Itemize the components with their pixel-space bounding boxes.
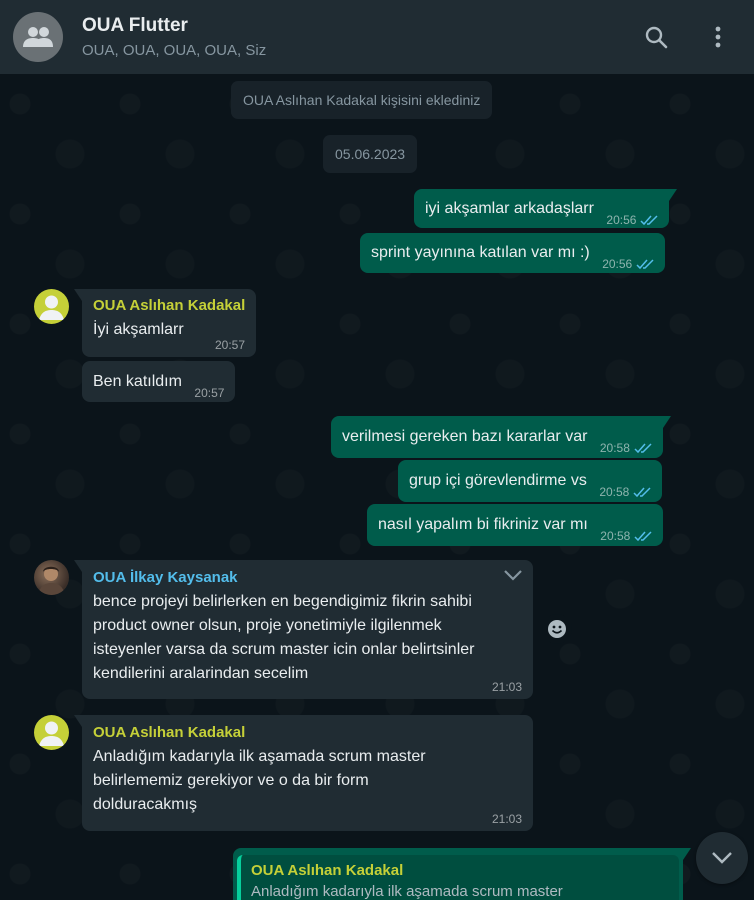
default-avatar-icon [39, 721, 64, 746]
sender-name[interactable]: OUA Aslıhan Kadakal [93, 296, 245, 316]
message-text: nasıl yapalım bi fikriniz var mı [378, 516, 588, 533]
double-check-icon [640, 214, 658, 225]
message-line: isteyenler varsa da scrum master icin on… [93, 641, 475, 658]
message-text: Anladığım kadarıyla ilk aşamada scrum ma… [93, 745, 522, 817]
message-line: belirlememiz gerekiyor ve o da bir form [93, 772, 369, 789]
message-meta: 20:58 [600, 529, 652, 543]
double-check-icon [636, 258, 654, 269]
message-line: product owner olsun, proje yonetimiyle i… [93, 617, 442, 634]
message-line: kendilerini aralarindan secelim [93, 665, 309, 682]
chat-participants: OUA, OUA, OUA, OUA, Siz [82, 42, 267, 59]
outgoing-reply-message[interactable]: OUA Aslıhan Kadakal Anladığım kadarıyla … [233, 848, 691, 900]
double-check-icon [634, 530, 652, 541]
smiley-icon [548, 620, 566, 638]
outgoing-message[interactable]: verilmesi gereken bazı kararlar var 20:5… [331, 416, 671, 458]
message-line: bence projeyi belirlerken en begendigimi… [93, 593, 472, 610]
quoted-sender: OUA Aslıhan Kadakal [251, 862, 404, 879]
message-meta: 20:58 [600, 441, 652, 455]
chevron-down-icon [504, 570, 522, 581]
message-meta: 20:56 [606, 213, 658, 227]
message-menu-button[interactable] [503, 568, 523, 586]
search-button[interactable] [636, 17, 676, 57]
message-meta: 20:56 [602, 257, 654, 271]
incoming-message[interactable]: OUA İlkay Kaysanak bence projeyi belirle… [74, 560, 533, 699]
message-text: Ben katıldım [93, 373, 182, 390]
message-time: 20:58 [599, 441, 630, 455]
chat-area[interactable]: OUA Aslıhan Kadakal kişisini eklediniz 0… [0, 74, 754, 900]
incoming-message[interactable]: OUA Aslıhan Kadakal Anladığım kadarıyla … [74, 715, 533, 831]
message-text: iyi akşamlar arkadaşlarr [425, 200, 594, 217]
date-divider: 05.06.2023 [323, 135, 418, 173]
quoted-text: Anladığım kadarıyla ilk aşamada scrum ma… [251, 883, 563, 900]
double-check-icon [634, 442, 652, 453]
message-text: bence projeyi belirlerken en begendigimi… [93, 590, 522, 686]
group-avatar[interactable] [13, 12, 63, 62]
system-message: OUA Aslıhan Kadakal kişisini eklediniz [231, 81, 493, 119]
message-time: 20:56 [606, 213, 637, 227]
message-time: 20:58 [600, 529, 631, 543]
header-text[interactable]: OUA Flutter OUA, OUA, OUA, OUA, Siz [82, 14, 636, 60]
message-time: 21:03 [491, 680, 522, 694]
react-button[interactable] [542, 614, 572, 644]
avatar[interactable] [34, 289, 69, 324]
sender-name[interactable]: OUA Aslıhan Kadakal [93, 723, 522, 743]
search-icon [645, 26, 668, 49]
message-text: sprint yayınına katılan var mı :) [371, 244, 590, 261]
avatar[interactable] [34, 715, 69, 750]
message-text: verilmesi gereken bazı kararlar var [342, 428, 588, 445]
outgoing-message[interactable]: nasıl yapalım bi fikriniz var mı 20:58 [367, 504, 664, 546]
outgoing-message[interactable]: grup içi görevlendirme vs 20:58 [398, 460, 663, 502]
message-line: Anladığım kadarıyla ilk aşamada scrum ma… [93, 748, 426, 765]
incoming-message[interactable]: Ben katıldım 20:57 [82, 361, 236, 402]
outgoing-message[interactable]: sprint yayınına katılan var mı :) 20:56 [360, 233, 666, 273]
quoted-message[interactable]: OUA Aslıhan Kadakal Anladığım kadarıyla … [237, 855, 679, 900]
message-meta: 20:58 [599, 485, 651, 499]
default-avatar-icon [39, 295, 64, 320]
avatar[interactable] [34, 560, 69, 595]
message-text: grup içi görevlendirme vs [409, 472, 587, 489]
message-time: 20:58 [599, 485, 630, 499]
message-time: 20:57 [214, 338, 245, 352]
scroll-to-bottom-button[interactable] [696, 832, 748, 884]
group-icon [23, 27, 53, 47]
outgoing-message[interactable]: iyi akşamlar arkadaşlarr 20:56 [414, 189, 678, 228]
chevron-down-icon [712, 852, 732, 864]
sender-name[interactable]: OUA İlkay Kaysanak [93, 568, 522, 588]
double-check-icon [633, 486, 651, 497]
more-vertical-icon [715, 26, 721, 48]
menu-button[interactable] [698, 17, 738, 57]
chat-title: OUA Flutter [82, 15, 188, 36]
message-time: 20:56 [602, 257, 633, 271]
incoming-message[interactable]: OUA Aslıhan Kadakal İyi akşamlarr 20:57 [74, 289, 256, 357]
profile-photo [38, 566, 65, 595]
chat-header[interactable]: OUA Flutter OUA, OUA, OUA, OUA, Siz [0, 0, 754, 74]
message-time: 21:03 [491, 812, 522, 826]
message-line: dolduracakmış [93, 796, 198, 813]
message-time: 20:57 [194, 386, 225, 400]
